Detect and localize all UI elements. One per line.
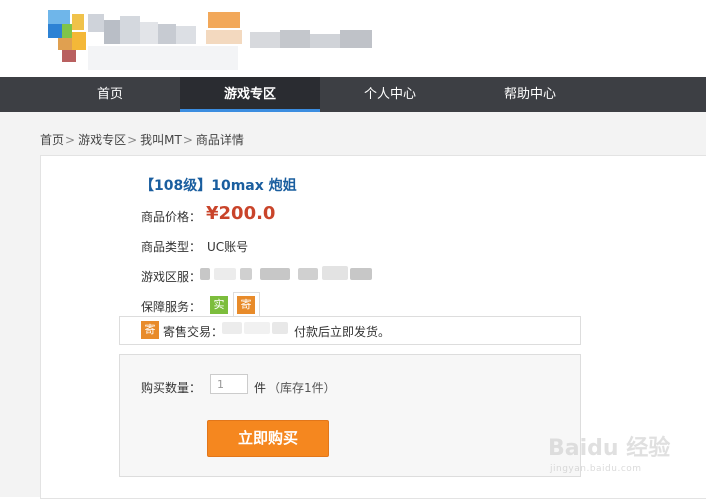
breadcrumb-game[interactable]: 我叫MT: [140, 131, 182, 148]
stock-info: （库存1件）: [268, 381, 336, 395]
quantity-input[interactable]: [210, 374, 248, 394]
server-value-blurred: [200, 266, 372, 282]
product-title: 【108级】10max 炮姐: [140, 178, 297, 194]
breadcrumb-home[interactable]: 首页: [40, 131, 64, 148]
price-label: 商品价格：: [141, 210, 202, 224]
breadcrumb-games[interactable]: 游戏专区: [78, 131, 126, 148]
nav-item-games[interactable]: 游戏专区: [180, 77, 320, 112]
consign-suffix: 付款后立即发货。: [294, 325, 391, 339]
breadcrumb-separator: >: [182, 133, 193, 147]
consign-badge: 寄: [141, 321, 159, 339]
consign-label: 寄售交易：: [163, 325, 224, 339]
breadcrumb-separator: >: [127, 133, 138, 147]
baidu-jingyan-watermark: Baidu 经验 jingyan.baidu.com: [548, 420, 698, 490]
main-nav: 首页 游戏专区 个人中心 帮助中心: [0, 77, 706, 112]
breadcrumb-separator: >: [65, 133, 76, 147]
site-name-blurred: [250, 30, 372, 50]
watermark-url: jingyan.baidu.com: [550, 464, 642, 474]
nav-item-home[interactable]: 首页: [40, 77, 180, 112]
type-label: 商品类型：: [141, 240, 202, 254]
consign-detail-blurred: [222, 320, 288, 336]
nav-item-user-center[interactable]: 个人中心: [320, 77, 460, 112]
quantity-label: 购买数量：: [141, 381, 202, 395]
quantity-unit: 件: [254, 381, 267, 395]
consign-service-badge[interactable]: 寄: [237, 296, 255, 314]
type-value: UC账号: [207, 240, 249, 254]
breadcrumb-current: 商品详情: [195, 133, 244, 147]
real-name-service-badge[interactable]: 实: [210, 296, 228, 314]
purchase-box: [119, 354, 581, 477]
server-label: 游戏区服：: [141, 270, 202, 284]
watermark-brand: Baidu 经验: [548, 436, 671, 461]
service-label: 保障服务：: [141, 300, 202, 314]
nav-item-help[interactable]: 帮助中心: [460, 77, 600, 112]
buy-now-button[interactable]: 立即购买: [207, 420, 329, 457]
product-price: ¥200.0: [206, 203, 276, 224]
site-logo[interactable]: [48, 10, 243, 72]
breadcrumb: 首页> 游戏专区> 我叫MT> 商品详情: [40, 131, 244, 148]
